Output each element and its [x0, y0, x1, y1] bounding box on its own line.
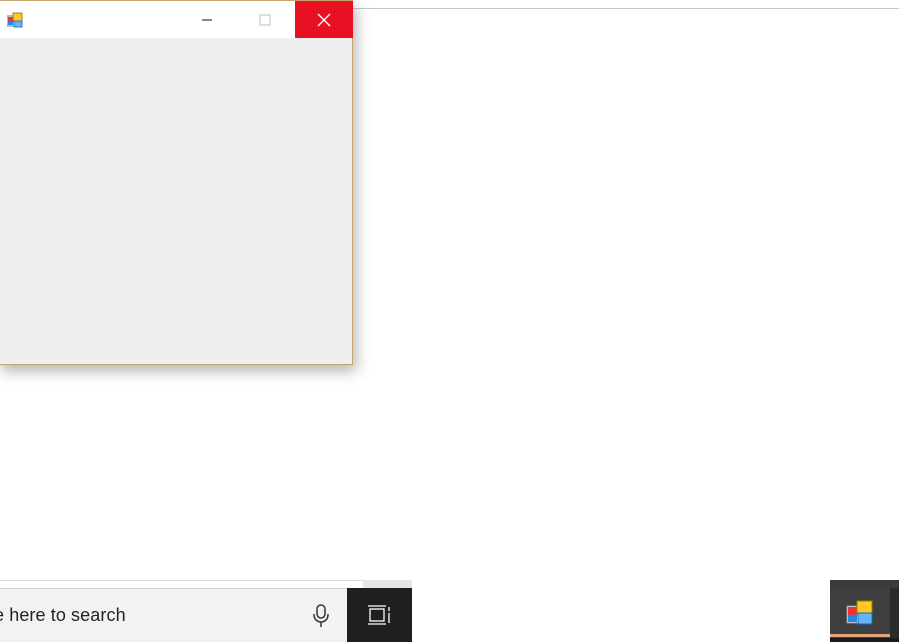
taskbar-edge-dark — [830, 580, 899, 588]
background-divider — [353, 8, 899, 9]
taskbar-search-box[interactable]: e here to search — [0, 588, 347, 642]
title-bar[interactable] — [0, 1, 353, 38]
close-icon — [317, 13, 331, 26]
minimize-icon — [202, 19, 212, 20]
search-placeholder: e here to search — [0, 605, 126, 625]
task-view-icon — [367, 605, 390, 625]
active-app-indicator — [830, 634, 890, 637]
app-window — [0, 0, 353, 365]
window-client-area — [0, 38, 352, 364]
maximize-button[interactable] — [236, 1, 294, 38]
taskbar-edge-gray — [363, 580, 412, 588]
app-window-icon — [7, 12, 23, 28]
taskbar-edge — [0, 580, 412, 581]
app-window-icon — [846, 600, 873, 625]
taskbar-bottom-edge — [830, 638, 899, 642]
maximize-icon — [259, 14, 271, 25]
microphone-icon[interactable] — [311, 603, 331, 629]
task-view-button[interactable] — [347, 588, 412, 642]
close-button[interactable] — [295, 1, 353, 38]
minimize-button[interactable] — [178, 1, 236, 38]
